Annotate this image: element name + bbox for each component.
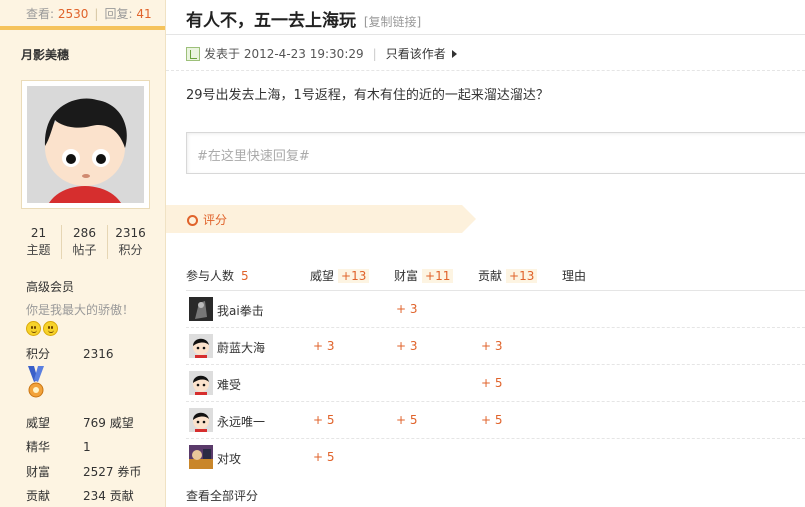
- rater-name[interactable]: 难受: [217, 376, 241, 393]
- user-points-row: 积分 2316: [26, 345, 114, 362]
- stat-posts-label: 帖子: [72, 243, 97, 257]
- post-meta: 发表于 2012-4-23 19:30:29 | 只看该作者: [186, 45, 457, 62]
- post-title-row: 有人不，五一去上海玩 [复制链接]: [186, 6, 421, 31]
- rating-table-header: 参与人数 5 威望 +13 财富 +11 贡献 +13 理由: [186, 263, 805, 291]
- rating-row: 难受 + 5: [186, 365, 805, 402]
- stat-points[interactable]: 2316 积分: [108, 225, 153, 259]
- views-count: 2530: [57, 7, 89, 21]
- detail-label: 财富: [26, 465, 51, 479]
- detail-label: 威望: [26, 416, 51, 430]
- stat-posts-value: 286: [73, 226, 96, 240]
- header-reason: 理由: [562, 269, 587, 283]
- points-label: 积分: [26, 347, 51, 361]
- user-avatar[interactable]: [189, 445, 213, 469]
- rating-wealth: + 3: [396, 339, 418, 353]
- user-avatar[interactable]: [189, 371, 213, 395]
- user-group[interactable]: 高级会员: [26, 278, 74, 295]
- detail-value: 234 贡献: [83, 489, 134, 503]
- stat-threads[interactable]: 21 主题: [16, 225, 62, 259]
- user-avatar[interactable]: [189, 334, 213, 358]
- views-label: 查看:: [26, 7, 55, 21]
- user-avatar[interactable]: [189, 297, 213, 321]
- copy-link-button[interactable]: [复制链接]: [364, 15, 421, 29]
- smiley-icon: [26, 321, 41, 336]
- replies-label: 回复:: [104, 7, 133, 21]
- detail-value: 1: [83, 440, 91, 454]
- rating-header: 评分: [166, 205, 476, 233]
- stat-posts[interactable]: 286 帖子: [62, 225, 108, 259]
- stat-threads-value: 21: [30, 226, 47, 240]
- author-only-link[interactable]: 只看该作者: [386, 45, 446, 62]
- rating-title: 评分: [203, 213, 228, 227]
- detail-label: 贡献: [26, 489, 51, 503]
- author-avatar[interactable]: [21, 80, 150, 209]
- rater-name[interactable]: 永远唯一: [217, 413, 265, 430]
- rating-prestige: + 3: [313, 339, 335, 353]
- quick-reply-input[interactable]: #在这里快速回复#: [186, 132, 805, 174]
- smiley-icon: [43, 321, 58, 336]
- rating-prestige: + 5: [313, 450, 335, 464]
- detail-value: 2527 券币: [83, 465, 142, 479]
- rating-row: 对攻 + 5: [186, 439, 805, 476]
- rating-row: 永远唯一 + 5 + 5 + 5: [186, 402, 805, 439]
- rater-name[interactable]: 我ai拳击: [217, 302, 264, 319]
- detail-wealth: 财富 2527 券币: [26, 463, 141, 480]
- post-date: 发表于 2012-4-23 19:30:29: [204, 47, 364, 61]
- divider: [166, 34, 805, 35]
- arrow-right-icon: [451, 49, 457, 58]
- rater-name[interactable]: 蔚蓝大海: [217, 339, 265, 356]
- header-participants: 参与人数 5: [186, 269, 249, 283]
- header-contribution: 贡献 +13: [478, 267, 538, 284]
- post-content: 有人不，五一去上海玩 [复制链接] 发表于 2012-4-23 19:30:29…: [166, 0, 805, 507]
- rating-contribution: + 5: [481, 413, 503, 427]
- rating-prestige: + 5: [313, 413, 335, 427]
- points-value: 2316: [83, 347, 114, 361]
- medal-icon[interactable]: [26, 366, 46, 400]
- circle-icon: [187, 215, 198, 226]
- detail-label: 精华: [26, 440, 51, 454]
- thread-stats: 查看: 2530 | 回复: 41: [0, 0, 165, 30]
- smiley-icons: [26, 321, 58, 336]
- detail-prestige: 威望 769 威望: [26, 414, 134, 431]
- detail-value: 769 威望: [83, 416, 134, 430]
- stat-points-value: 2316: [115, 226, 146, 240]
- user-motto: 你是我最大的骄傲！: [26, 303, 135, 317]
- header-prestige: 威望 +13: [310, 267, 370, 284]
- header-wealth: 财富 +11: [394, 267, 454, 284]
- post-icon: [186, 46, 200, 61]
- replies-count: 41: [136, 7, 152, 21]
- rating-contribution: + 5: [481, 376, 503, 390]
- rating-row: 蔚蓝大海 + 3 + 3 + 3: [186, 328, 805, 365]
- author-stats: 21 主题 286 帖子 2316 积分: [16, 225, 153, 259]
- view-all-ratings-link[interactable]: 查看全部评分: [186, 487, 258, 504]
- post-body: 29号出发去上海，1号返程，有木有住的近的一起来溜达溜达？: [186, 88, 549, 103]
- stat-points-label: 积分: [118, 243, 143, 257]
- rating-wealth: + 3: [396, 302, 418, 316]
- author-username[interactable]: 月影美穗: [21, 46, 69, 63]
- rater-name[interactable]: 对攻: [217, 450, 241, 467]
- detail-contribution: 贡献 234 贡献: [26, 487, 134, 504]
- stat-threads-label: 主题: [26, 243, 51, 257]
- divider: [166, 70, 805, 71]
- user-avatar[interactable]: [189, 408, 213, 432]
- rating-table: 参与人数 5 威望 +13 财富 +11 贡献 +13 理由 我ai拳击 + 3 蔚蓝大…: [186, 263, 805, 476]
- rating-contribution: + 3: [481, 339, 503, 353]
- rating-wealth: + 5: [396, 413, 418, 427]
- detail-essence: 精华 1: [26, 438, 91, 455]
- post-title: 有人不，五一去上海玩: [186, 11, 356, 31]
- avatar-image: [27, 86, 144, 203]
- rating-row: 我ai拳击 + 3: [186, 291, 805, 328]
- author-sidebar: 查看: 2530 | 回复: 41 月影美穗 21 主题 286 帖子 2316 积…: [0, 0, 166, 507]
